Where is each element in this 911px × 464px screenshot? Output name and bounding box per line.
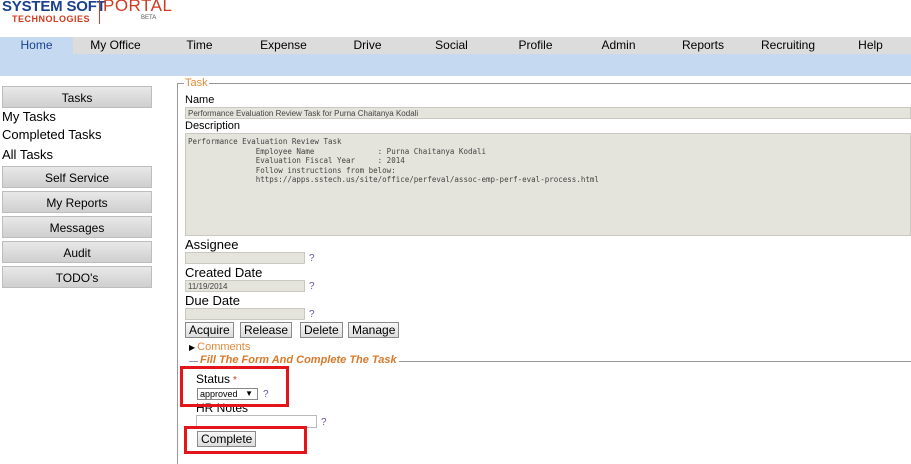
hr-notes-help-icon[interactable]: ? — [321, 417, 327, 428]
portal-logo[interactable]: SYSTEM SOFT TECHNOLOGIES PORTAL BETA — [0, 0, 173, 36]
sub-nav-bar — [0, 54, 911, 76]
created-date-help-icon[interactable]: ? — [309, 281, 315, 292]
nav-profile[interactable]: Profile — [494, 37, 577, 54]
comments-label: Comments — [197, 341, 251, 353]
comments-toggle[interactable]: ▶ Comments — [189, 341, 250, 353]
assignee-help-icon[interactable]: ? — [309, 253, 315, 264]
due-date-field[interactable] — [185, 308, 305, 320]
sidebar-link-all-tasks[interactable]: All Tasks — [2, 146, 53, 164]
nav-drive[interactable]: Drive — [326, 37, 409, 54]
assignee-label: Assignee — [185, 237, 239, 252]
due-date-help-icon[interactable]: ? — [309, 309, 315, 320]
nav-social[interactable]: Social — [409, 37, 494, 54]
nav-help[interactable]: Help — [830, 37, 911, 54]
logo-divider — [99, 0, 100, 24]
sidebar-link-my-tasks[interactable]: My Tasks — [2, 108, 56, 126]
nav-expense[interactable]: Expense — [241, 37, 326, 54]
sidebar-self-service-button[interactable]: Self Service — [2, 166, 152, 188]
created-date-label: Created Date — [185, 265, 263, 280]
nav-my-office[interactable]: My Office — [73, 37, 158, 54]
description-field[interactable]: Performance Evaluation Review Task Emplo… — [185, 133, 911, 236]
complete-highlight-box — [184, 426, 307, 454]
sidebar-todos-button[interactable]: TODO's — [2, 266, 152, 288]
manage-button[interactable]: Manage — [348, 322, 400, 338]
due-date-label: Due Date — [185, 293, 240, 308]
sidebar-link-completed-tasks[interactable]: Completed Tasks — [2, 126, 101, 144]
acquire-button[interactable]: Acquire — [185, 322, 234, 338]
logo-beta-badge: BETA — [141, 15, 157, 21]
sidebar-my-reports-button[interactable]: My Reports — [2, 191, 152, 213]
triangle-right-icon: ▶ — [189, 343, 196, 352]
created-date-field[interactable]: 11/19/2014 — [185, 280, 305, 292]
sidebar-messages-button[interactable]: Messages — [2, 216, 152, 238]
nav-reports[interactable]: Reports — [660, 37, 746, 54]
sidebar-tasks-button[interactable]: Tasks — [2, 86, 152, 108]
task-legend: Task — [184, 77, 209, 89]
name-field[interactable]: Performance Evaluation Review Task for P… — [185, 107, 911, 119]
assignee-field[interactable] — [185, 252, 305, 264]
logo-company-name: SYSTEM SOFT — [2, 0, 106, 15]
main-nav: Home My Office Time Expense Drive Social… — [0, 37, 911, 54]
nav-time[interactable]: Time — [158, 37, 241, 54]
complete-form-legend: Fill The Form And Complete The Task — [198, 354, 399, 366]
delete-button[interactable]: Delete — [300, 322, 343, 338]
release-button[interactable]: Release — [240, 322, 293, 338]
logo-portal-text: PORTAL — [103, 0, 173, 15]
sidebar-audit-button[interactable]: Audit — [2, 241, 152, 263]
nav-recruiting[interactable]: Recruiting — [746, 37, 830, 54]
logo-company-subtitle: TECHNOLOGIES — [12, 14, 91, 24]
nav-admin[interactable]: Admin — [577, 37, 660, 54]
description-label: Description — [185, 120, 241, 132]
nav-home[interactable]: Home — [0, 37, 73, 54]
status-highlight-box — [180, 366, 289, 407]
name-label: Name — [185, 94, 215, 106]
